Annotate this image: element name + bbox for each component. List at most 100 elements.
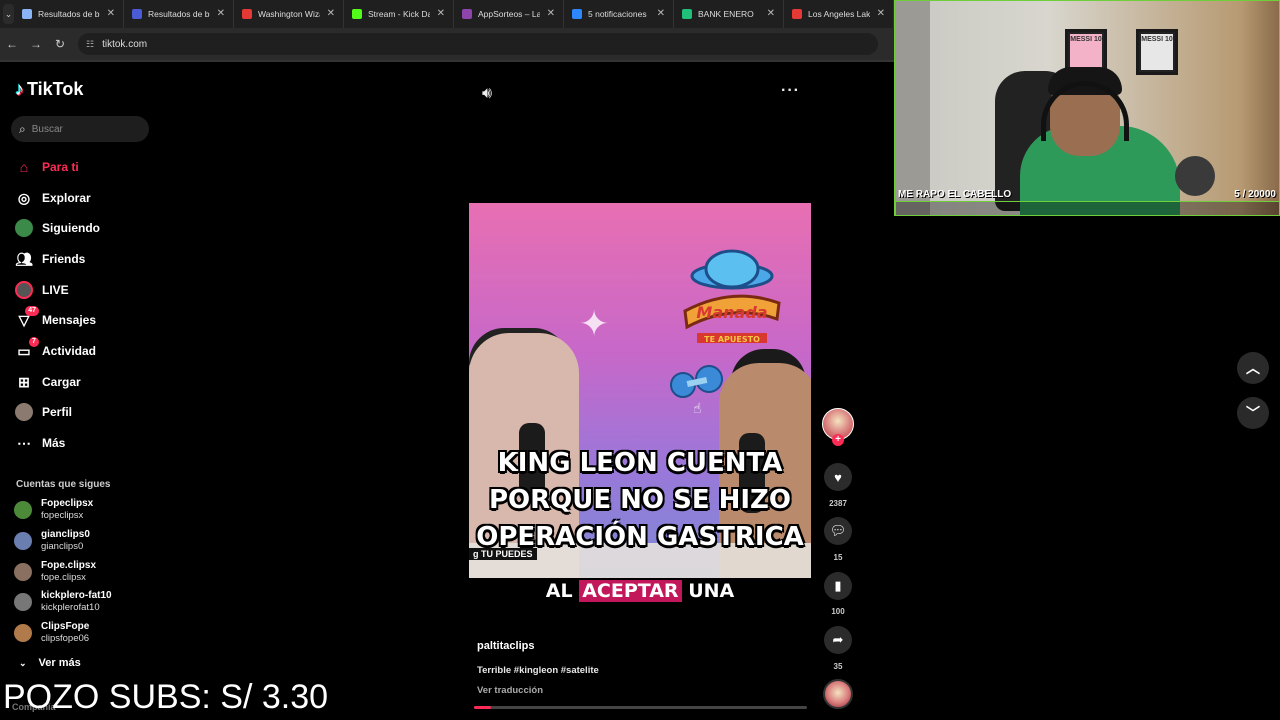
show-brand-logo: Manada TE APUESTO — [683, 249, 781, 344]
browser-tab[interactable]: 5 notificaciones ✕ — [564, 0, 674, 28]
sidebar-item-label: Siguiendo — [42, 221, 100, 235]
heart-icon: ♥ — [834, 469, 842, 485]
svg-text:TE APUESTO: TE APUESTO — [704, 335, 760, 344]
activity-icon: ▭ 7 — [15, 337, 39, 360]
bookmark-icon: ▮ — [834, 578, 842, 593]
share-button[interactable]: ➦ — [824, 626, 852, 654]
screen: ⌄ Resultados de búsqueda✕Resultados de b… — [0, 0, 1280, 720]
sidebar-item-siguiendo[interactable]: Siguiendo — [15, 218, 100, 238]
sidebar-item-explorar[interactable]: ◎ Explorar — [15, 188, 91, 208]
video-subtitle: AL ACEPTAR UNA — [469, 580, 811, 602]
save-button[interactable]: ▮ — [824, 572, 852, 600]
tab-close-icon[interactable]: ✕ — [327, 8, 335, 19]
webcam-overlay: MESSI 10 MESSI 10 ME RAPO EL CABELLO 5 /… — [894, 0, 1280, 216]
url-text: tiktok.com — [102, 38, 148, 50]
tab-close-icon[interactable]: ✕ — [767, 8, 775, 19]
sidebar-item-actividad[interactable]: ▭ 7 Actividad — [15, 337, 96, 361]
following-account[interactable]: kickplero-fat10 kickplerofat10 — [14, 590, 112, 614]
following-account[interactable]: Fope.clipsx fope.clipsx — [14, 560, 96, 584]
sidebar-item-perfil[interactable]: Perfil — [15, 402, 72, 422]
follow-plus-icon[interactable]: + — [832, 434, 844, 446]
sidebar-item-cargar[interactable]: ⊞ Cargar — [15, 372, 81, 392]
account-name: Fope.clipsx — [41, 560, 97, 571]
volume-icon[interactable]: 🔊︎ — [482, 85, 492, 103]
following-account[interactable]: Fopeclipsx fopeclipsx — [14, 498, 93, 522]
following-account[interactable]: ClipsFope clipsfope06 — [14, 621, 89, 645]
browser-tab[interactable]: Resultados de búsqueda ✕ — [124, 0, 234, 28]
video-author[interactable]: paltitaclips — [477, 640, 534, 652]
previous-video-button[interactable]: ︿ — [1237, 352, 1269, 384]
profile-avatar-icon — [15, 403, 33, 421]
sidebar-item-label: Mensajes — [42, 313, 97, 327]
friends-icon: 👥︎ — [15, 250, 33, 267]
headline-line-3: OPERACIÓN GASTRICA — [476, 522, 804, 552]
tab-title: BANK ENERO — [698, 9, 754, 19]
browser-tab[interactable]: Washington Wizards ✕ — [234, 0, 344, 28]
browser-tab[interactable]: AppSorteos – La mejor ✕ — [454, 0, 564, 28]
music-disc[interactable] — [823, 679, 853, 709]
avatar — [14, 501, 32, 519]
back-icon[interactable]: ← — [0, 37, 24, 51]
tab-title: Stream - Kick Dashboard — [368, 9, 430, 19]
url-field[interactable]: ☷ tiktok.com — [78, 33, 878, 55]
video-description: Terrible #kingleon #satelite — [477, 665, 599, 676]
chevron-down-icon: ⌄ — [19, 657, 27, 668]
account-name: Fopeclipsx — [41, 498, 94, 509]
notification-badge: 7 — [29, 337, 39, 347]
messages-icon: ▽ 47 — [15, 306, 39, 329]
live-icon — [15, 281, 33, 299]
next-video-button[interactable]: ﹀ — [1237, 397, 1269, 429]
video-progress-bar[interactable] — [474, 706, 807, 709]
tab-close-icon[interactable]: ✕ — [217, 8, 225, 19]
search-input[interactable] — [31, 123, 132, 135]
like-button[interactable]: ♥ — [824, 463, 852, 491]
browser-tab[interactable]: Stream - Kick Dashboard ✕ — [344, 0, 454, 28]
tab-close-icon[interactable]: ✕ — [657, 8, 665, 19]
sidebar-item-para-ti[interactable]: ⌂ Para ti — [15, 157, 79, 177]
tab-title: Resultados de búsqueda — [38, 9, 100, 19]
search-icon[interactable]: ⌕ — [19, 122, 26, 137]
following-avatar-icon — [15, 219, 33, 237]
browser-tab[interactable]: BANK ENERO ✕ — [674, 0, 784, 28]
see-more-link[interactable]: ⌄ Ver más — [19, 657, 81, 669]
subtitle-pre: AL — [545, 580, 573, 602]
page-separator — [0, 60, 894, 62]
sidebar-item-live[interactable]: LIVE — [15, 280, 69, 300]
avatar — [14, 563, 32, 581]
sidebar-item-mensajes[interactable]: ▽ 47 Mensajes — [15, 306, 97, 330]
browser-tab[interactable]: Los Angeles Lakers ✕ — [784, 0, 894, 28]
tab-favicon-icon — [132, 9, 142, 19]
sub-goal-count: 5 / 20000 — [1234, 189, 1276, 200]
hand-cursor-icon: ☝︎ — [693, 400, 702, 416]
tab-search-chevron-icon[interactable]: ⌄ — [3, 4, 14, 24]
video-headline: KING LEON CUENTA PORQUE NO SE HIZO OPERA… — [469, 445, 811, 556]
stream-microphone — [1175, 156, 1215, 196]
site-info-icon[interactable]: ☷ — [86, 39, 94, 50]
tiktok-logo[interactable]: ♪ TikTok — [15, 79, 83, 100]
browser-tab-bar: ⌄ Resultados de búsqueda✕Resultados de b… — [0, 0, 894, 28]
address-bar-row: ← → ↻ ☷ tiktok.com — [0, 28, 894, 60]
sidebar-item-friends[interactable]: 👥︎ Friends — [15, 249, 85, 269]
avatar — [15, 219, 33, 237]
jersey-2-text: MESSI 10 — [1141, 34, 1173, 70]
forward-icon[interactable]: → — [24, 37, 48, 51]
more-options-icon[interactable]: ··· — [781, 82, 800, 100]
tab-favicon-icon — [462, 9, 472, 19]
comment-button[interactable]: 💬︎ — [824, 517, 852, 545]
tab-close-icon[interactable]: ✕ — [107, 8, 115, 19]
sidebar-item-mas[interactable]: ⋯ Más — [15, 433, 65, 453]
pozo-subs-overlay: POZO SUBS: S/ 3.30 — [3, 678, 329, 716]
video-progress-fill — [474, 706, 491, 709]
share-count: 35 — [833, 662, 843, 671]
tab-close-icon[interactable]: ✕ — [437, 8, 445, 19]
search-box[interactable]: ⌕ — [11, 116, 149, 142]
browser-tab[interactable]: Resultados de búsqueda ✕ — [14, 0, 124, 28]
subtitle-highlight: ACEPTAR — [579, 580, 682, 602]
tab-close-icon[interactable]: ✕ — [877, 8, 885, 19]
reload-icon[interactable]: ↻ — [48, 37, 72, 51]
see-translation-link[interactable]: Ver traducción — [477, 685, 543, 696]
avatar — [14, 593, 32, 611]
tab-close-icon[interactable]: ✕ — [547, 8, 555, 19]
following-account[interactable]: gianclips0 gianclips0 — [14, 529, 90, 553]
account-handle: fope.clipsx — [41, 572, 86, 583]
